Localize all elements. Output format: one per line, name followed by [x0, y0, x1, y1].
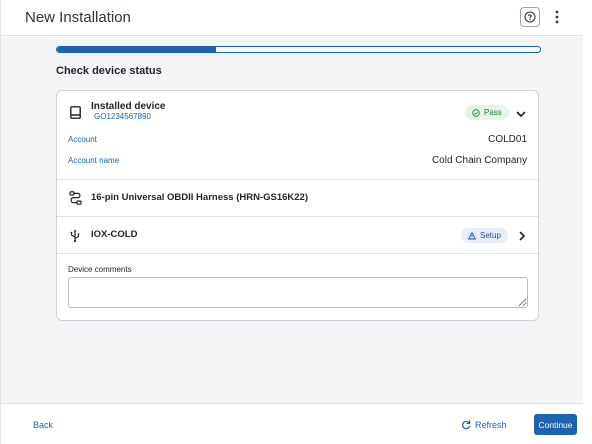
chevron-right-icon [519, 231, 525, 241]
refresh-button[interactable]: Refresh [461, 420, 507, 430]
help-button[interactable] [520, 7, 540, 27]
installed-device-row: Installed device GO1234567890 Pass Accou… [57, 91, 538, 180]
main-content: Check device status Installed device GO1… [1, 37, 583, 403]
refresh-icon [462, 420, 471, 430]
device-icon [69, 105, 81, 119]
warning-icon [468, 231, 476, 239]
refresh-label: Refresh [475, 420, 507, 430]
more-options-button[interactable] [551, 8, 563, 26]
section-title: Check device status [56, 65, 162, 77]
device-comments-label: Device comments [68, 265, 132, 274]
account-value: COLD01 [488, 134, 527, 145]
progress-fill [57, 47, 217, 52]
harness-cable-icon [69, 191, 82, 205]
iox-row[interactable]: IOX-COLD Setup [57, 217, 538, 254]
header-bar: New Installation [1, 0, 583, 36]
harness-label: 16-pin Universal OBDII Harness (HRN-GS16… [91, 192, 308, 203]
page-title: New Installation [25, 9, 131, 26]
device-serial-link[interactable]: GO1234567890 [94, 112, 151, 121]
footer-bar: Back Refresh Continue [1, 403, 583, 444]
setup-status-badge: Setup [461, 228, 508, 243]
iox-label: IOX-COLD [91, 229, 138, 240]
device-comments-input[interactable] [68, 277, 528, 308]
installation-window: New Installation Check device status Ins… [0, 0, 583, 444]
open-iox-button[interactable] [516, 229, 528, 241]
chevron-down-icon [516, 111, 526, 117]
account-label: Account [68, 135, 97, 144]
pass-status-badge: Pass [465, 105, 509, 120]
back-button[interactable]: Back [33, 420, 53, 430]
device-status-card: Installed device GO1234567890 Pass Accou… [56, 90, 539, 321]
account-name-value: Cold Chain Company [431, 155, 527, 166]
setup-status-label: Setup [480, 231, 501, 240]
pass-status-label: Pass [484, 108, 502, 117]
question-circle-icon [524, 11, 536, 23]
usb-icon [69, 228, 81, 242]
account-name-label: Account name [68, 156, 120, 165]
continue-button[interactable]: Continue [534, 414, 577, 435]
comments-row: Device comments [57, 254, 538, 320]
check-circle-icon [472, 108, 480, 117]
more-vertical-icon [555, 10, 559, 24]
installed-device-label: Installed device [91, 101, 166, 112]
harness-row: 16-pin Universal OBDII Harness (HRN-GS16… [57, 180, 538, 217]
progress-bar [56, 46, 541, 53]
collapse-device-button[interactable] [515, 107, 527, 119]
